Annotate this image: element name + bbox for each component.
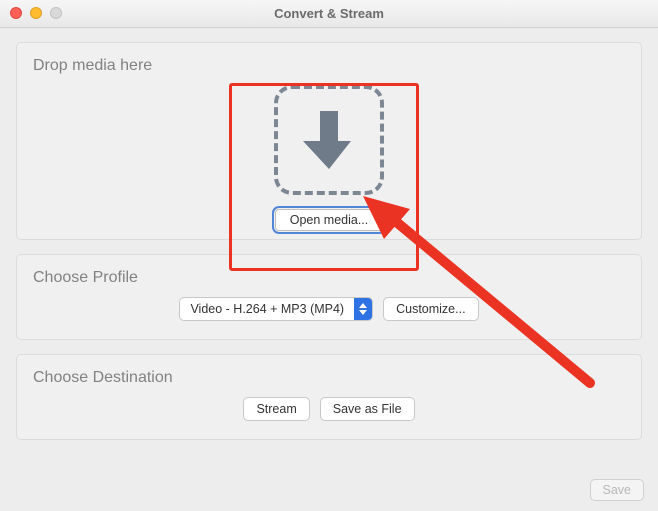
open-media-button[interactable]: Open media... xyxy=(275,209,384,231)
stream-button[interactable]: Stream xyxy=(243,397,309,421)
window-title: Convert & Stream xyxy=(274,6,384,21)
close-window-icon[interactable] xyxy=(10,7,22,19)
footer: Save xyxy=(590,479,645,501)
panel-choose-profile: Choose Profile Video - H.264 + MP3 (MP4)… xyxy=(16,254,642,340)
drop-zone[interactable] xyxy=(274,85,384,195)
profile-select[interactable]: Video - H.264 + MP3 (MP4) xyxy=(179,297,373,321)
minimize-window-icon[interactable] xyxy=(30,7,42,19)
zoom-window-icon xyxy=(50,7,62,19)
save-as-file-button[interactable]: Save as File xyxy=(320,397,415,421)
download-arrow-icon xyxy=(303,109,355,171)
customize-button[interactable]: Customize... xyxy=(383,297,478,321)
panel-title-profile: Choose Profile xyxy=(33,269,625,287)
panel-title-drop: Drop media here xyxy=(33,57,625,75)
panel-choose-destination: Choose Destination Stream Save as File xyxy=(16,354,642,440)
panel-title-destination: Choose Destination xyxy=(33,369,625,387)
select-stepper-icon xyxy=(354,298,372,320)
save-button[interactable]: Save xyxy=(590,479,645,501)
window-controls xyxy=(10,7,62,19)
titlebar: Convert & Stream xyxy=(0,0,658,28)
client-area: Drop media here Open media... Choose Pro… xyxy=(0,28,658,440)
panel-drop-media: Drop media here Open media... xyxy=(16,42,642,240)
profile-select-value: Video - H.264 + MP3 (MP4) xyxy=(180,302,354,316)
